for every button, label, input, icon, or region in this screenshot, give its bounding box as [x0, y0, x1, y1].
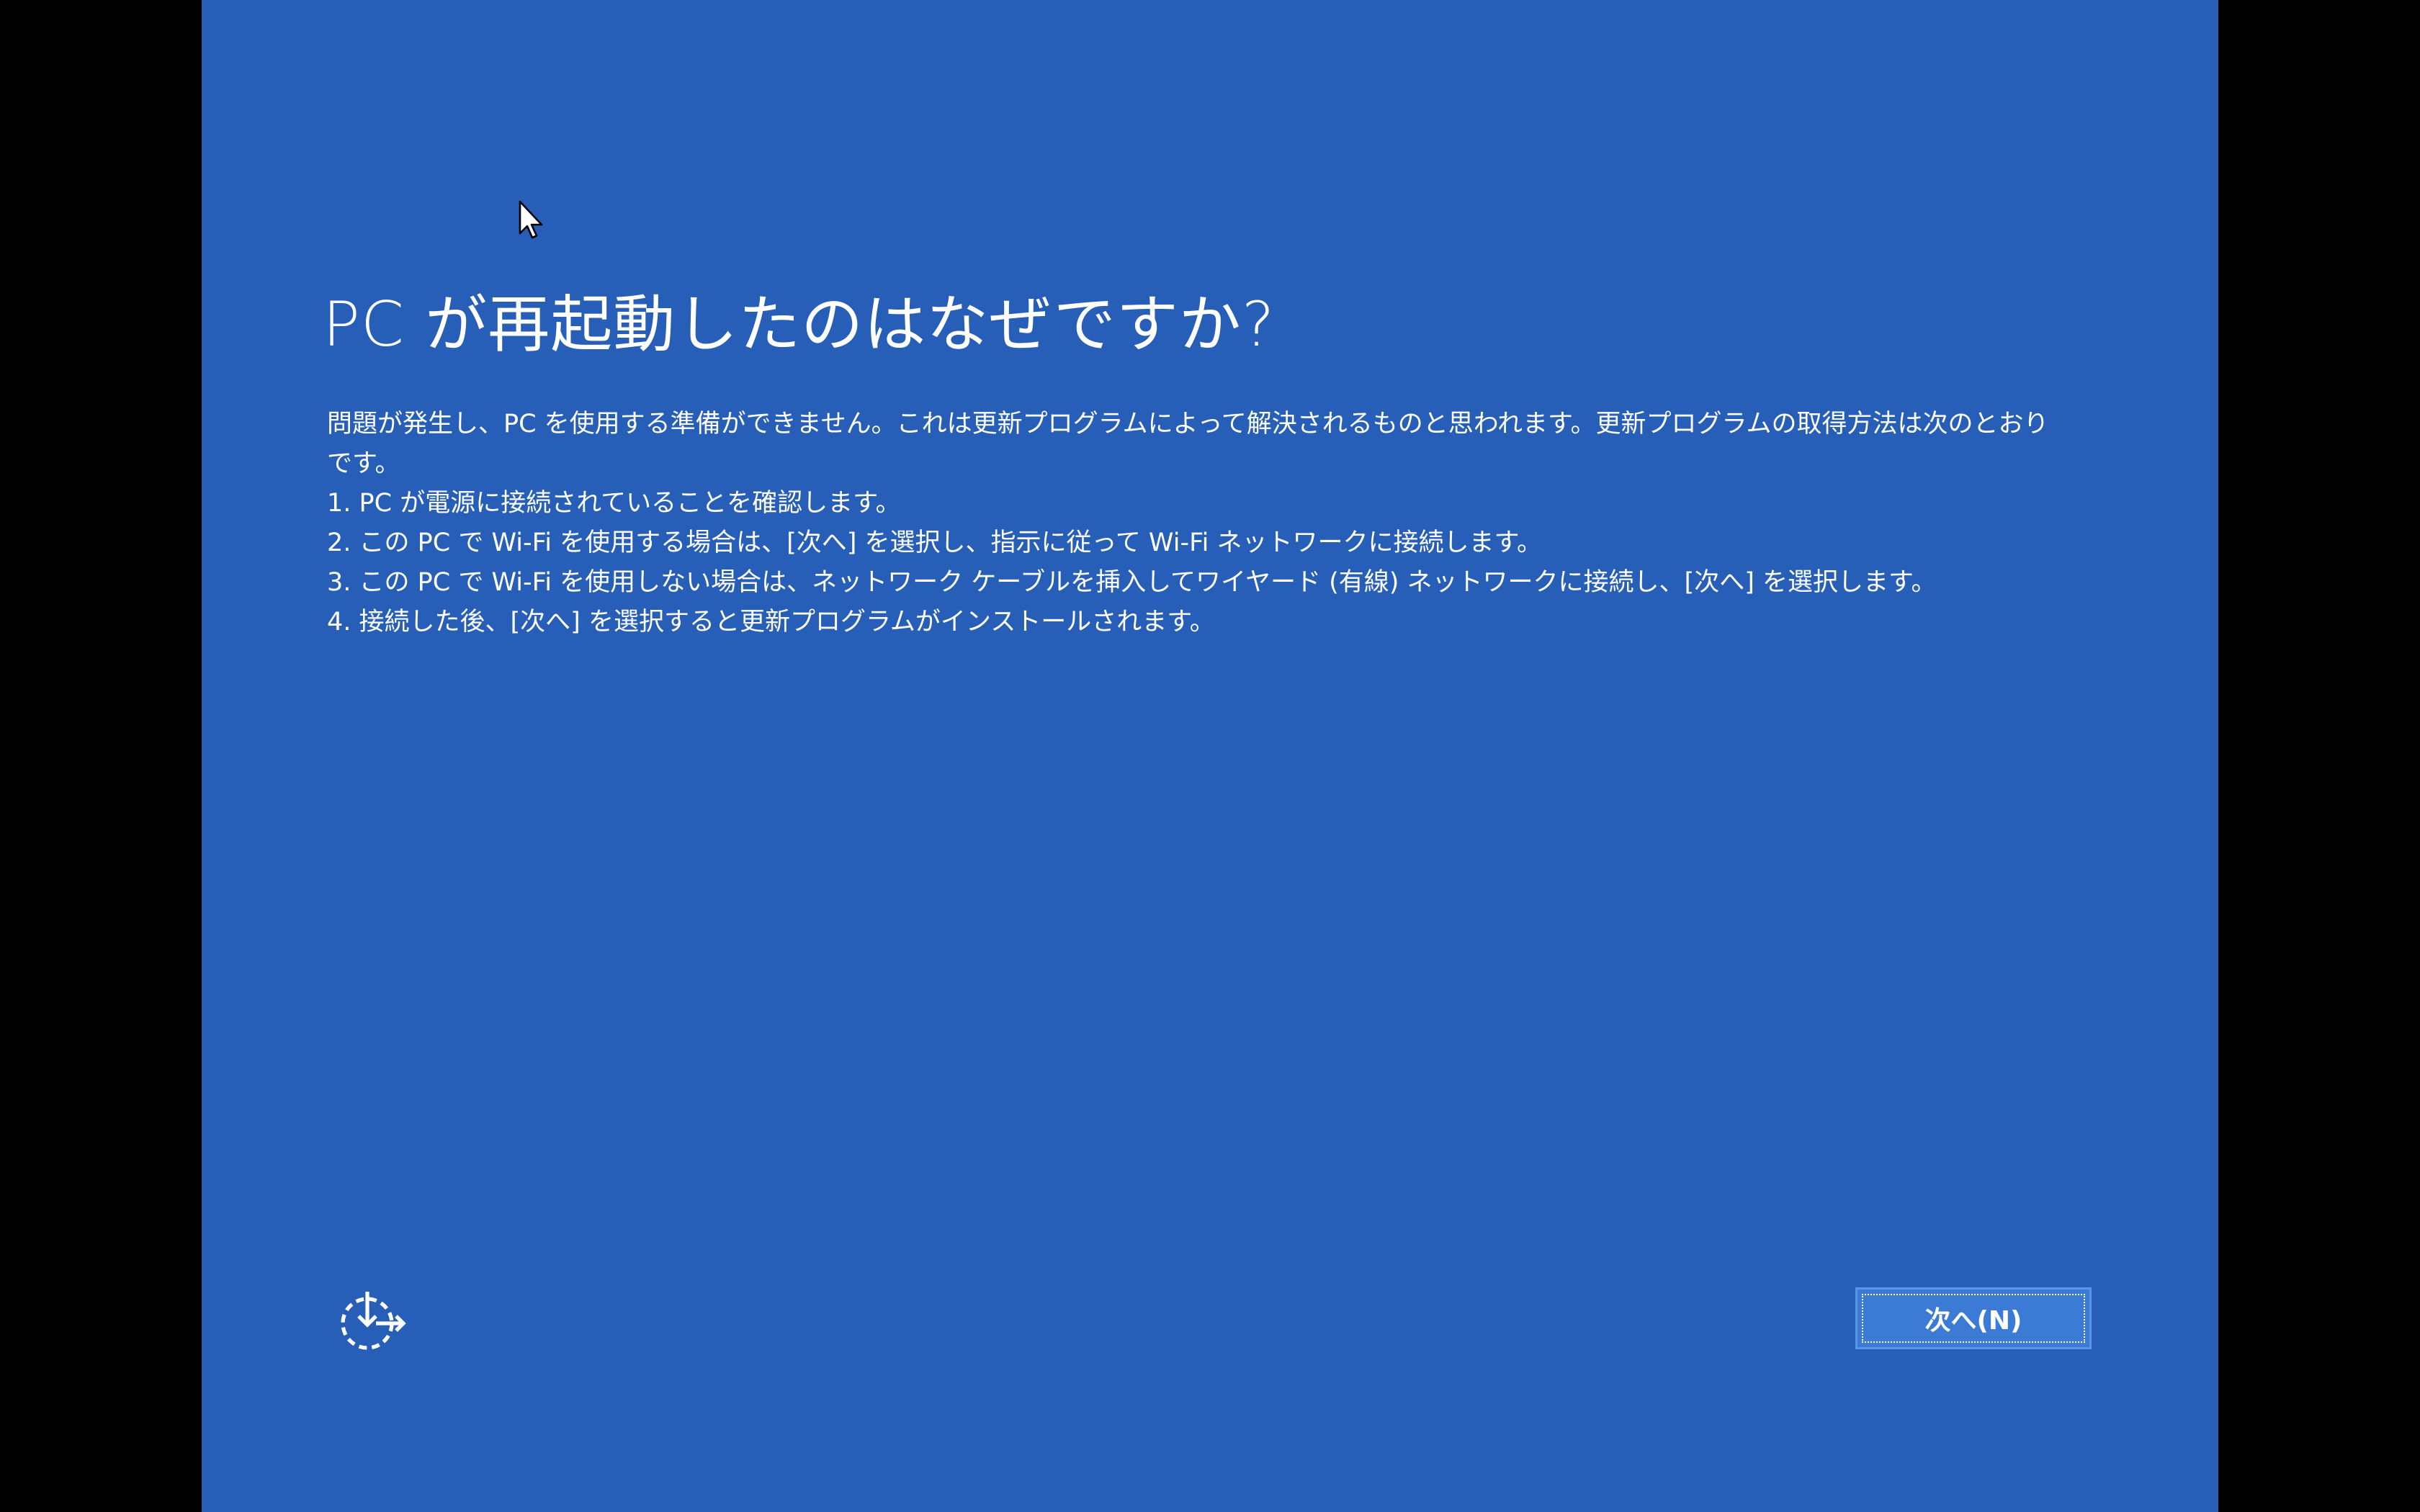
step-3: 3. この PC で Wi-Fi を使用しない場合は、ネットワーク ケーブルを挿… [327, 568, 1937, 597]
step-1: 1. PC が電源に接続されていることを確認します。 [327, 489, 901, 518]
intro-text: 問題が発生し、PC を使用する準備ができません。これは更新プログラムによって解決… [327, 410, 2049, 478]
recovery-panel [202, 0, 2218, 1512]
step-2: 2. この PC で Wi-Fi を使用する場合は、[次へ] を選択し、指示に従… [327, 528, 1543, 557]
ease-of-access-icon[interactable] [339, 1289, 411, 1354]
screen: PC が再起動したのはなぜですか? 問題が発生し、PC を使用する準備ができませ… [0, 0, 2420, 1512]
step-4: 4. 接続した後、[次へ] を選択すると更新プログラムがインストールされます。 [327, 608, 1215, 636]
mouse-pointer-icon [519, 200, 543, 239]
page-title: PC が再起動したのはなぜですか? [323, 289, 1276, 361]
instructions: 問題が発生し、PC を使用する準備ができません。これは更新プログラムによって解決… [327, 405, 2070, 642]
next-button-label: 次へ(N) [1924, 1306, 2022, 1336]
next-button[interactable]: 次へ(N) [1855, 1287, 2092, 1349]
